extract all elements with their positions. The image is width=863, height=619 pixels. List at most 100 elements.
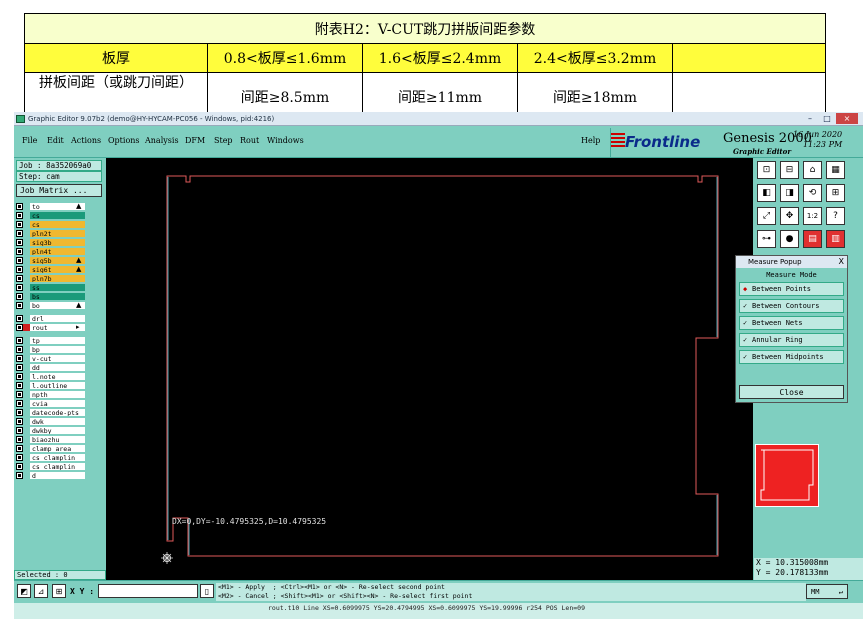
measure-tool-icon[interactable]: ⊿ xyxy=(34,584,48,598)
job-matrix-button[interactable]: Job Matrix ... xyxy=(16,184,102,197)
layer-row[interactable]: cs xyxy=(16,212,96,220)
layer-checkbox[interactable] xyxy=(16,436,23,443)
layer-row[interactable]: bo ▲ xyxy=(16,301,96,310)
grid-tool-icon[interactable]: ⊞ xyxy=(52,584,66,598)
layer-checkbox[interactable] xyxy=(16,221,23,228)
close-window-button[interactable]: × xyxy=(836,113,858,124)
board-preview[interactable] xyxy=(755,444,819,507)
popup-close-button[interactable]: Close xyxy=(739,385,844,399)
layer-row[interactable]: ss xyxy=(16,284,96,292)
menu-windows[interactable]: Windows xyxy=(267,136,304,145)
layer-row[interactable]: v-cut xyxy=(16,355,96,363)
fit-icon[interactable]: ⤢ xyxy=(757,207,776,225)
center-icon[interactable]: ✥ xyxy=(780,207,799,225)
layer-checkbox[interactable] xyxy=(16,275,23,282)
help-icon[interactable]: ? xyxy=(826,207,845,225)
layer-row[interactable]: d xyxy=(16,472,96,480)
zoom-in-icon[interactable]: ⊡ xyxy=(757,161,776,179)
layer-checkbox[interactable] xyxy=(16,463,23,470)
option-between-nets[interactable]: ✓ Between Nets xyxy=(739,316,844,330)
apply-xy-icon[interactable]: ▯ xyxy=(200,584,214,598)
layer-row[interactable]: pln4t xyxy=(16,248,96,256)
layer-row[interactable]: drl xyxy=(16,315,96,323)
zoom-out-icon[interactable]: ⊟ xyxy=(780,161,799,179)
home-icon[interactable]: ⌂ xyxy=(803,161,822,179)
layer-row[interactable]: cvia xyxy=(16,400,96,408)
snap-icon[interactable]: ⊞ xyxy=(826,184,845,202)
layer-checkbox[interactable] xyxy=(16,293,23,300)
grid-icon[interactable]: ▦ xyxy=(826,161,845,179)
layer-row[interactable]: npth xyxy=(16,391,96,399)
layer-row[interactable]: cs xyxy=(16,221,96,229)
option-annular-ring[interactable]: ✓ Annular Ring xyxy=(739,333,844,347)
layer-row[interactable]: cs_clamplin xyxy=(16,463,96,471)
layer-row[interactable]: datecode-pts xyxy=(16,409,96,417)
layer-row[interactable]: sig6t ▲ xyxy=(16,265,96,274)
maximize-button[interactable]: □ xyxy=(819,113,835,124)
minimize-button[interactable]: – xyxy=(802,113,818,124)
menu-help[interactable]: Help xyxy=(581,136,600,145)
layer-checkbox[interactable] xyxy=(16,315,23,322)
layer-checkbox[interactable] xyxy=(16,382,23,389)
layer-row[interactable]: cs_clamplin xyxy=(16,454,96,462)
layer-row[interactable]: rout ▸ xyxy=(16,323,96,332)
option-between-points[interactable]: ◆ Between Points xyxy=(739,282,844,296)
layer-checkbox[interactable] xyxy=(16,230,23,237)
select-tool-icon[interactable]: ◩ xyxy=(17,584,31,598)
menu-edit[interactable]: Edit xyxy=(47,136,64,145)
layer-checkbox[interactable] xyxy=(16,418,23,425)
xy-input[interactable] xyxy=(98,584,198,598)
layer-checkbox[interactable] xyxy=(16,257,23,264)
layer-row[interactable]: pln7b xyxy=(16,275,96,283)
layer-row[interactable]: clamp_area xyxy=(16,445,96,453)
layer-row[interactable]: dwk xyxy=(16,418,96,426)
popup-close-icon[interactable]: X xyxy=(839,256,844,268)
layer-checkbox[interactable] xyxy=(16,346,23,353)
layer-checkbox[interactable] xyxy=(16,472,23,479)
option-between-contours[interactable]: ✓ Between Contours xyxy=(739,299,844,313)
measure-icon[interactable]: ⊶ xyxy=(757,230,776,248)
layer-row[interactable]: tp xyxy=(16,337,96,345)
layer-checkbox[interactable] xyxy=(16,337,23,344)
option-between-midpoints[interactable]: ✓ Between Midpoints xyxy=(739,350,844,364)
layer-checkbox[interactable] xyxy=(16,364,23,371)
pan-right-icon[interactable]: ◨ xyxy=(780,184,799,202)
layer-checkbox[interactable] xyxy=(16,391,23,398)
layer-checkbox[interactable] xyxy=(16,248,23,255)
layer-row[interactable]: biaozhu xyxy=(16,436,96,444)
layer-row[interactable]: dwkby xyxy=(16,427,96,435)
scale-1-2-icon[interactable]: 1:2 xyxy=(803,207,822,225)
layer-row[interactable]: bp xyxy=(16,346,96,354)
layer-row[interactable]: l.outline xyxy=(16,382,96,390)
units-selector[interactable]: MM ↵ xyxy=(806,584,848,599)
layer-row[interactable]: sig3b xyxy=(16,239,96,247)
layer-checkbox[interactable] xyxy=(16,302,23,309)
layer-checkbox[interactable] xyxy=(16,445,23,452)
redraw-icon[interactable]: ⟲ xyxy=(803,184,822,202)
layer-row[interactable]: dd xyxy=(16,364,96,372)
menu-file[interactable]: File xyxy=(22,136,37,145)
layer-checkbox[interactable] xyxy=(16,373,23,380)
menu-step[interactable]: Step xyxy=(214,136,233,145)
layer-row[interactable]: sig5b ▲ xyxy=(16,256,96,265)
graphics-canvas[interactable]: DX=0,DY=-10.4795325,D=10.4795325 xyxy=(106,158,753,580)
layer-row[interactable]: pln2t xyxy=(16,230,96,238)
layer-row[interactable]: bs xyxy=(16,293,96,301)
layer-checkbox[interactable] xyxy=(16,427,23,434)
layer-checkbox[interactable] xyxy=(16,355,23,362)
menu-options[interactable]: Options xyxy=(108,136,140,145)
layer-checkbox[interactable] xyxy=(16,400,23,407)
layer-checkbox[interactable] xyxy=(16,409,23,416)
menu-dfm[interactable]: DFM xyxy=(185,136,205,145)
menu-actions[interactable]: Actions xyxy=(71,136,101,145)
layer-checkbox[interactable] xyxy=(16,239,23,246)
layers-red-alt-icon[interactable]: ▥ xyxy=(826,230,845,248)
layer-row[interactable]: to ▲ xyxy=(16,202,96,211)
pan-left-icon[interactable]: ◧ xyxy=(757,184,776,202)
marker-icon[interactable]: ● xyxy=(780,230,799,248)
layers-red-icon[interactable]: ▤ xyxy=(803,230,822,248)
layer-checkbox[interactable] xyxy=(16,454,23,461)
layer-row[interactable]: l.note xyxy=(16,373,96,381)
layer-checkbox[interactable] xyxy=(16,203,23,210)
layer-checkbox[interactable] xyxy=(16,324,23,331)
